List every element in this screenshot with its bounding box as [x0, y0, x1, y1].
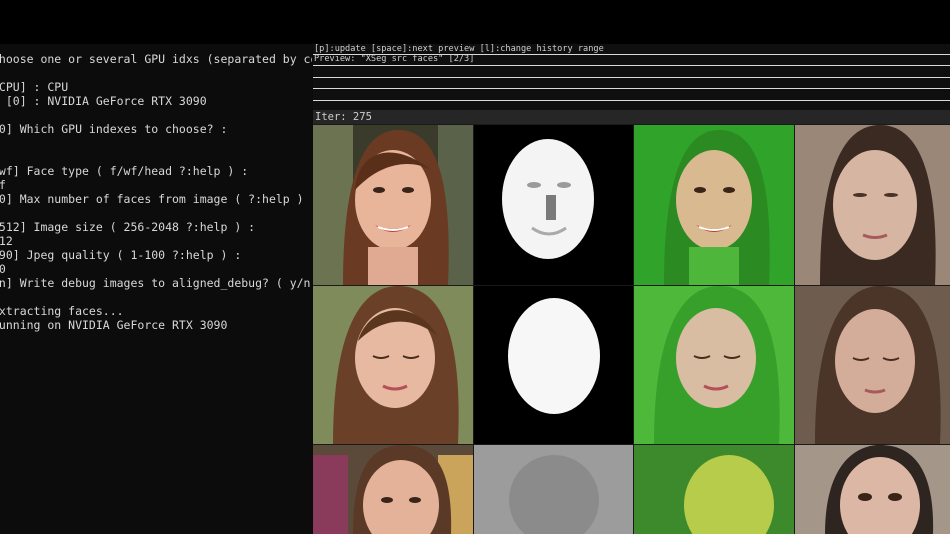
console-line: Running on NVIDIA GeForce RTX 3090 — [0, 318, 228, 332]
face-photo-image — [313, 445, 473, 534]
overlay-image — [634, 125, 794, 285]
preview-grid — [313, 125, 950, 534]
masked-overlay — [634, 445, 794, 534]
face-photo-image — [313, 286, 473, 444]
divider — [313, 77, 950, 78]
masked-overlay — [634, 286, 794, 444]
mask-image — [474, 125, 633, 285]
iter-label: Iter: 275 — [315, 111, 372, 123]
masked-overlay — [634, 125, 794, 285]
console-line: [wf] Face type ( f/wf/head ?:help ) : — [0, 164, 249, 178]
console-line: [n] Write debug images to aligned_debug?… — [0, 276, 312, 290]
preview-window[interactable]: [p]:update [space]:next preview [l]:chan… — [313, 44, 950, 534]
face-photo — [313, 286, 473, 444]
console-line: [512] Image size ( 256-2048 ?:help ) : — [0, 220, 256, 234]
divider — [313, 100, 950, 101]
console-line: 512 — [0, 234, 13, 248]
face-photo-image — [313, 125, 473, 285]
reconstruction-image — [795, 286, 950, 444]
overlay-image — [634, 286, 794, 444]
iter-bar: Iter: 275 — [313, 110, 950, 124]
reconstruction — [795, 125, 950, 285]
console-line: [0] Which GPU indexes to choose? : — [0, 122, 228, 136]
reconstruction-image — [795, 445, 950, 534]
mask-output — [474, 125, 633, 285]
reconstruction — [795, 445, 950, 534]
console-line: wf — [0, 178, 6, 192]
preview-title: Preview: "XSeg src faces" [2/3] — [314, 54, 475, 64]
divider — [313, 88, 950, 89]
console-line: [CPU] : CPU — [0, 80, 69, 94]
console-line: [0] : NVIDIA GeForce RTX 3090 — [0, 94, 207, 108]
reconstruction — [795, 286, 950, 444]
console-window: Choose one or several GPU idxs (separate… — [0, 44, 312, 534]
mask-image — [474, 286, 633, 444]
console-line: Extracting faces... — [0, 304, 124, 318]
divider — [313, 65, 950, 66]
mask-image — [474, 445, 633, 534]
face-photo — [313, 445, 473, 534]
preview-header: [p]:update [space]:next preview [l]:chan… — [313, 44, 950, 114]
face-photo — [313, 125, 473, 285]
reconstruction-image — [795, 125, 950, 285]
console-line: [90] Jpeg quality ( 1-100 ?:help ) : — [0, 248, 242, 262]
divider — [313, 54, 950, 55]
top-black-bar — [0, 0, 950, 44]
overlay-image — [634, 445, 794, 534]
mask-output — [474, 286, 633, 444]
console-line: [0] Max number of faces from image ( ?:h… — [0, 192, 312, 206]
console-line: Choose one or several GPU idxs (separate… — [0, 52, 312, 66]
mask-output — [474, 445, 633, 534]
console-line: 90 — [0, 262, 6, 276]
